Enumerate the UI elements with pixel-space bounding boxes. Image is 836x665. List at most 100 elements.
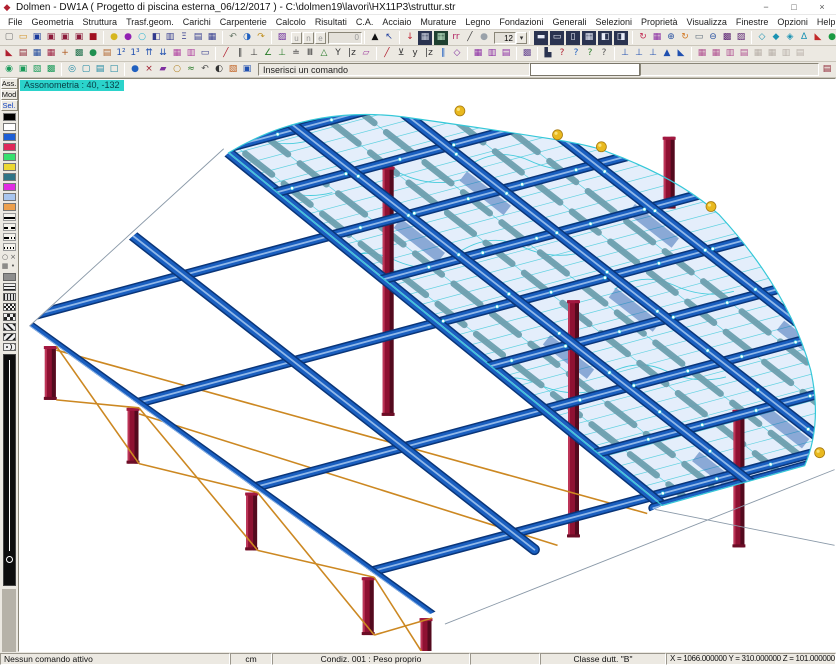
menu-propriet[interactable]: Proprietà (638, 17, 681, 27)
import-model-icon[interactable]: ▣ (58, 31, 72, 45)
mesh-cube-icon[interactable]: ▩ (72, 47, 86, 61)
menu-risultati[interactable]: Risultati (312, 17, 350, 27)
pan-view-icon[interactable]: ▭ (692, 31, 706, 45)
view-mode-sel-button[interactable]: Sel. (1, 100, 18, 111)
swatch-orange[interactable] (3, 203, 16, 211)
structure-3d-model[interactable] (19, 79, 835, 651)
table-shells-icon[interactable]: ▥ (723, 47, 737, 61)
support-pinned-icon[interactable]: ⊥ (632, 47, 646, 61)
pattern-solid-gray[interactable] (3, 273, 16, 281)
pattern-hatch-45[interactable] (3, 323, 16, 331)
linestyle-dashdot[interactable] (3, 233, 16, 241)
open-file-icon[interactable]: ▭ (16, 31, 30, 45)
point-style-grid-icon[interactable]: ▦ (1, 262, 9, 271)
select-sphere-icon[interactable]: ● (128, 63, 142, 77)
pattern-stripes-h[interactable] (3, 293, 16, 301)
rotate-view-icon[interactable]: ↻ (678, 31, 692, 45)
unselect-shells-icon[interactable]: ▤ (93, 63, 107, 77)
menu-help[interactable]: Help (814, 17, 836, 27)
font-size-value[interactable]: 12 (494, 32, 516, 44)
zoom-in-icon[interactable]: ⊕ (664, 31, 678, 45)
display-options-icon[interactable]: ▨ (275, 31, 289, 45)
perpendicular-line-icon[interactable]: ⊥ (247, 47, 261, 61)
menu-geometria[interactable]: Geometria (29, 17, 77, 27)
menu-finestre[interactable]: Finestre (733, 17, 772, 27)
axis-z-icon[interactable]: |z (422, 47, 436, 61)
axis-z-line-icon[interactable]: |z (345, 47, 359, 61)
menu-legno[interactable]: Legno (462, 17, 493, 27)
grid-pink-2-icon[interactable]: ▥ (184, 47, 198, 61)
app-icon[interactable]: ◆ (0, 2, 14, 13)
fork-tool-icon[interactable]: Y (331, 47, 345, 61)
coincident-line-icon[interactable]: ≐ (289, 47, 303, 61)
numeric-offset-field[interactable] (328, 32, 362, 44)
save-as-icon[interactable]: ▣ (44, 31, 58, 45)
command-input[interactable] (530, 63, 640, 76)
mesh-grid-2-icon[interactable]: ▥ (485, 47, 499, 61)
table-sections-icon[interactable]: ▦ (765, 47, 779, 61)
copy-elements-up-icon[interactable]: ⇈ (142, 47, 156, 61)
point-style-dot-icon[interactable]: • (9, 262, 17, 271)
rhombus-tool-icon[interactable]: ◇ (450, 47, 464, 61)
select-undo-icon[interactable]: ↶ (198, 63, 212, 77)
export-model-icon[interactable]: ▣ (72, 31, 86, 45)
iso-view-1-icon[interactable]: ◇ (755, 31, 769, 45)
query-beam-icon[interactable]: ? (569, 47, 583, 61)
linestyle-solid[interactable] (3, 213, 16, 221)
swatch-yellow[interactable] (3, 163, 16, 171)
mesh-grid-1-icon[interactable]: ▦ (471, 47, 485, 61)
menu-carpenterie[interactable]: Carpenterie (217, 17, 270, 27)
menu-selezioni[interactable]: Selezioni (592, 17, 635, 27)
support-inclined-icon[interactable]: ◣ (674, 47, 688, 61)
select-store-icon[interactable]: ▣ (240, 63, 254, 77)
query-shell-icon[interactable]: ? (583, 47, 597, 61)
swatch-green[interactable] (3, 153, 16, 161)
grid-settings-icon[interactable]: ▦ (650, 31, 664, 45)
render-node-purple-icon[interactable]: ● (121, 31, 135, 45)
menu-struttura[interactable]: Struttura (80, 17, 121, 27)
select-invert-icon[interactable]: ◐ (212, 63, 226, 77)
view-layout-split-v-icon[interactable]: ▯ (566, 31, 580, 45)
support-spring-icon[interactable]: ▲ (660, 47, 674, 61)
menu-c-a[interactable]: C.A. (353, 17, 377, 27)
sphere-gray-icon[interactable]: ● (477, 31, 491, 45)
parallel-line-icon[interactable]: ∥ (233, 47, 247, 61)
clip-window-icon[interactable]: ◧ (149, 31, 163, 45)
render-flag-icon[interactable]: ◣ (811, 31, 825, 45)
view-layout-quad-icon[interactable]: ▦ (582, 31, 596, 45)
globe-tool-icon[interactable]: ● (86, 47, 100, 61)
menu-file[interactable]: File (5, 17, 26, 27)
zoom-window-icon[interactable]: ▥ (163, 31, 177, 45)
linestyle-dotted[interactable] (3, 243, 16, 251)
angle-line-icon[interactable]: ∠ (261, 47, 275, 61)
photo-blue-icon[interactable]: ▦ (30, 47, 44, 61)
zoom-out-icon[interactable]: ⊖ (706, 31, 720, 45)
snapshot-green-icon[interactable]: ▦ (434, 31, 448, 45)
table-loads-icon[interactable]: ▤ (737, 47, 751, 61)
menu-opzioni[interactable]: Opzioni (774, 17, 811, 27)
menu-generali[interactable]: Generali (549, 17, 589, 27)
view-layout-single-icon[interactable]: ▬ (534, 31, 548, 45)
support-roller-icon[interactable]: ⊥ (646, 47, 660, 61)
point-style-cross-icon[interactable]: × (9, 253, 17, 262)
copy-elements-down-icon[interactable]: ⇊ (156, 47, 170, 61)
shade-mode-2-icon[interactable]: ▨ (734, 31, 748, 45)
parallel-2-icon[interactable]: ∥ (436, 47, 450, 61)
table-materials-icon[interactable]: ▦ (751, 47, 765, 61)
swatch-magenta[interactable] (3, 183, 16, 191)
menu-trasf-geom[interactable]: Trasf.geom. (123, 17, 177, 27)
flag-tool-icon[interactable]: ◣ (2, 47, 16, 61)
select-shells-icon[interactable]: ▧ (30, 63, 44, 77)
swatch-teal[interactable] (3, 173, 16, 181)
render-globe-icon[interactable]: ● (825, 31, 836, 45)
table-results-2-icon[interactable]: ▤ (793, 47, 807, 61)
new-file-icon[interactable]: ▢ (2, 31, 16, 45)
monitor-tool-icon[interactable]: ▭ (198, 47, 212, 61)
unselect-nodes-icon[interactable]: ◎ (65, 63, 79, 77)
zoom-all-icon[interactable]: ▤ (191, 31, 205, 45)
numbering-cubed-icon[interactable]: 1³ (128, 47, 142, 61)
line-thickness-slider[interactable] (3, 354, 16, 586)
menu-acciaio[interactable]: Acciaio (379, 17, 414, 27)
table-beams-icon[interactable]: ▦ (709, 47, 723, 61)
draw-line-icon[interactable]: ╱ (219, 47, 233, 61)
